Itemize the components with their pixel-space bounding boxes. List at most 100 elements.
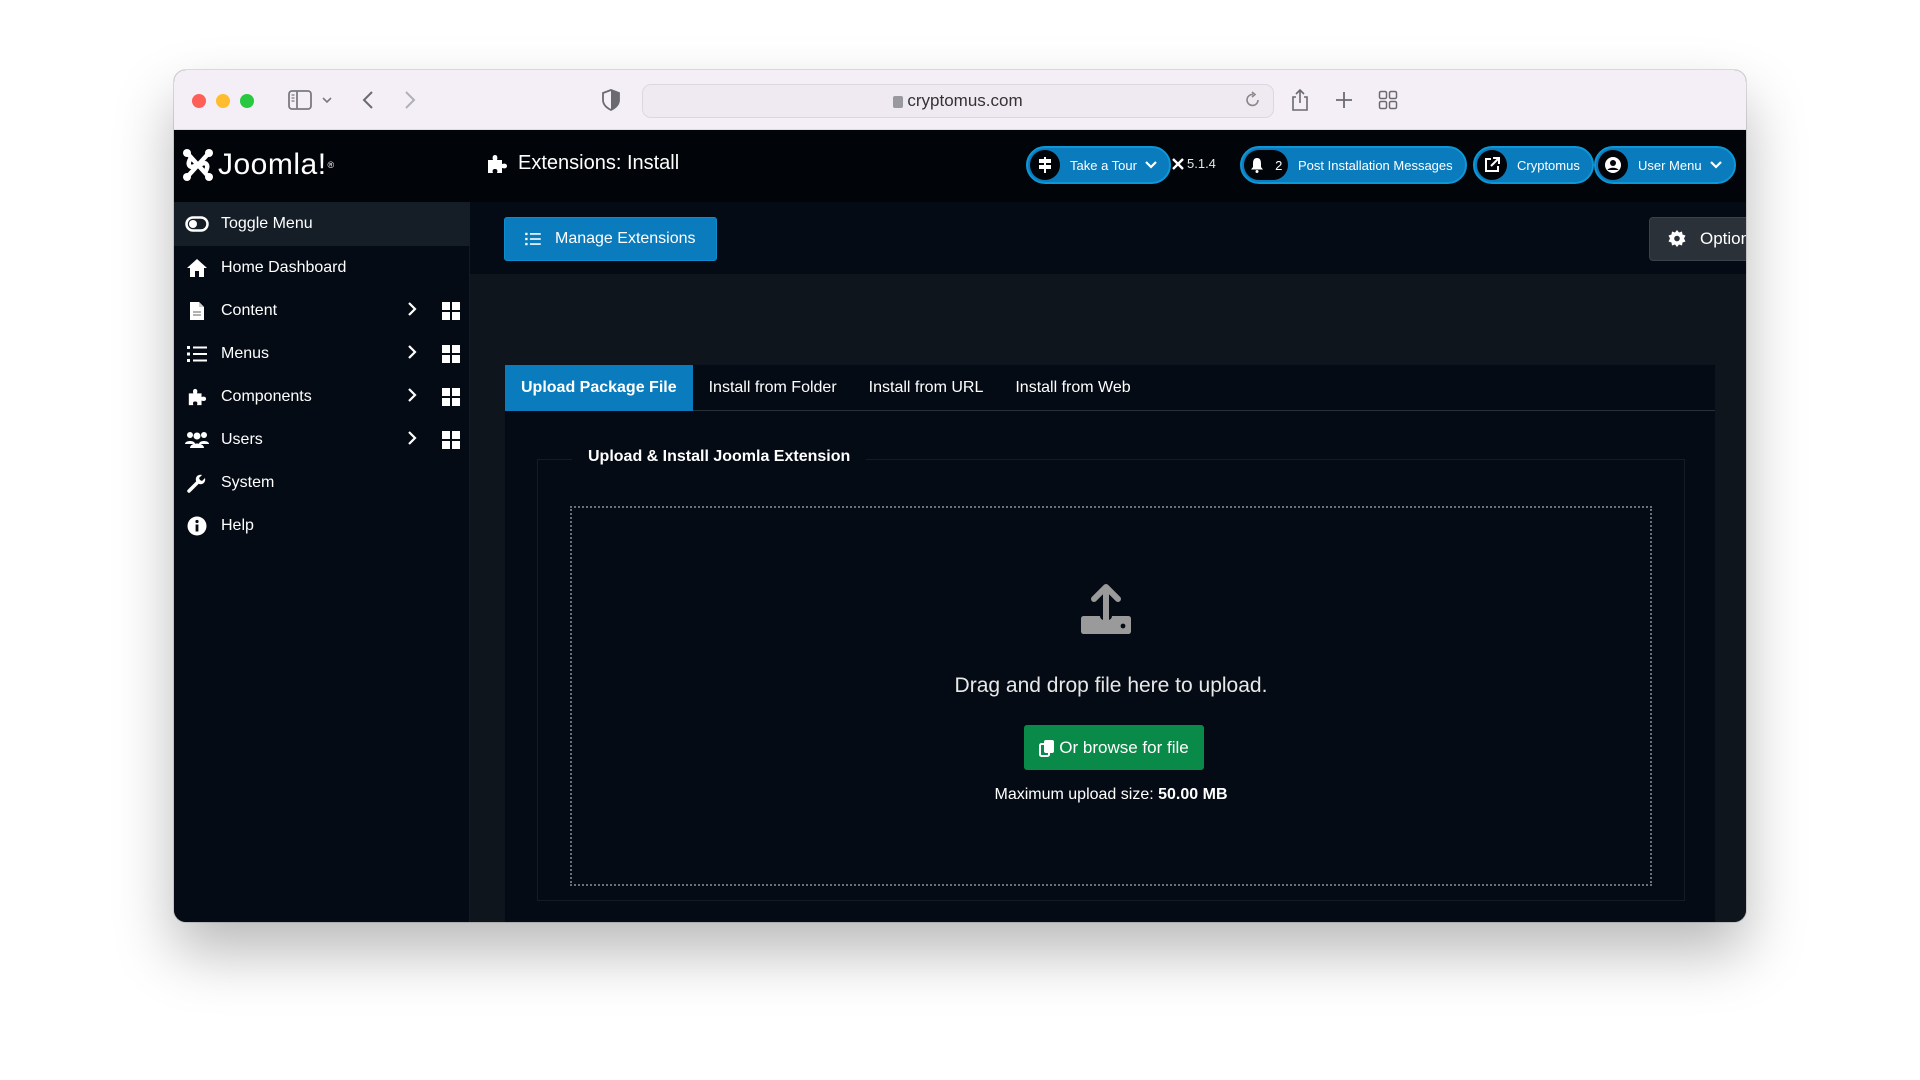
forward-icon[interactable]	[404, 86, 416, 114]
external-link-icon	[1477, 150, 1507, 180]
sidebar-item-label: Help	[221, 516, 254, 534]
dashboard-grid-icon[interactable]	[442, 345, 460, 368]
url-text: cryptomus.com	[907, 91, 1023, 110]
max-upload-value: 50.00 MB	[1158, 786, 1228, 803]
upload-icon	[1080, 582, 1132, 641]
browse-file-button[interactable]: Or browse for file	[1024, 725, 1204, 770]
notification-badge: 2	[1244, 150, 1288, 180]
dashboard-grid-icon[interactable]	[442, 302, 460, 325]
tab-install-from-folder[interactable]: Install from Folder	[693, 365, 853, 411]
manage-extensions-button[interactable]: Manage Extensions	[504, 217, 717, 261]
sidebar-item-home-dashboard[interactable]: Home Dashboard	[174, 246, 470, 289]
file-icon	[185, 299, 209, 323]
joomla-mini-icon	[1172, 157, 1184, 170]
new-tab-icon[interactable]	[1335, 86, 1353, 114]
sidebar-item-label: Content	[221, 301, 278, 319]
sidebar-item-label: System	[221, 473, 275, 491]
toggle-icon	[185, 212, 209, 236]
main-content: Manage Extensions Options ? Help Upload …	[470, 202, 1746, 922]
post-installation-messages-button[interactable]: 2 Post Installation Messages	[1240, 146, 1467, 184]
take-tour-label: Take a Tour	[1070, 157, 1137, 173]
chevron-down-icon	[1145, 158, 1157, 172]
install-card: Upload Package File Install from Folder …	[504, 364, 1716, 922]
sidebar-dropdown-chevron-icon[interactable]	[322, 86, 332, 114]
logo-text: Joomla!	[218, 148, 327, 181]
tab-install-from-web[interactable]: Install from Web	[999, 365, 1146, 411]
page-title-text: Extensions: Install	[518, 152, 680, 174]
user-avatar-icon	[1598, 150, 1628, 180]
sidebar-item-label: Components	[221, 387, 312, 405]
take-tour-button[interactable]: Take a Tour	[1026, 146, 1171, 184]
browse-file-label: Or browse for file	[1059, 737, 1189, 757]
upload-legend: Upload & Install Joomla Extension	[572, 448, 867, 466]
gear-icon	[1668, 230, 1686, 248]
browser-toolbar: cryptomus.com	[174, 70, 1746, 130]
sidebar-item-content[interactable]: Content	[174, 289, 470, 332]
dropzone-text: Drag and drop file here to upload.	[954, 674, 1268, 697]
user-menu-label: User Menu	[1638, 157, 1702, 173]
address-bar[interactable]: cryptomus.com	[642, 84, 1274, 118]
chevron-right-icon[interactable]	[407, 387, 417, 408]
version-text: 5.1.4	[1187, 156, 1216, 171]
puzzle-icon	[185, 385, 209, 409]
user-menu-button[interactable]: User Menu	[1594, 146, 1736, 184]
file-dropzone[interactable]: Drag and drop file here to upload. Or br…	[570, 506, 1652, 886]
privacy-shield-icon[interactable]	[602, 86, 620, 114]
share-icon[interactable]	[1290, 86, 1310, 114]
sidebar-item-label: Users	[221, 430, 263, 448]
list-icon	[185, 342, 209, 366]
action-toolbar: Manage Extensions Options ? Help	[470, 202, 1746, 274]
chevron-right-icon[interactable]	[407, 430, 417, 451]
chevron-down-icon	[1709, 158, 1722, 172]
sidebar: Toggle Menu Home Dashboard Content Menus	[174, 202, 470, 922]
sidebar-item-help[interactable]: Help	[174, 504, 470, 547]
list-icon	[525, 232, 541, 246]
sidebar-item-components[interactable]: Components	[174, 375, 470, 418]
admin-header: Joomla! ® Extensions: Install Take a Tour…	[174, 130, 1746, 202]
post-install-label: Post Installation Messages	[1298, 157, 1453, 173]
install-tabs: Upload Package File Install from Folder …	[505, 365, 1715, 411]
max-upload-label: Maximum upload size:	[994, 786, 1154, 803]
tab-overview-icon[interactable]	[1378, 86, 1398, 114]
manage-extensions-label: Manage Extensions	[555, 230, 696, 247]
dashboard-grid-icon[interactable]	[442, 431, 460, 454]
minimize-window-button[interactable]	[216, 94, 230, 108]
notification-count: 2	[1275, 157, 1283, 173]
copy-icon	[1039, 739, 1055, 757]
maximize-window-button[interactable]	[240, 94, 254, 108]
tab-upload-package-file[interactable]: Upload Package File	[505, 365, 693, 411]
site-link-button[interactable]: Cryptomus	[1473, 146, 1594, 184]
chevron-right-icon[interactable]	[407, 301, 417, 322]
tab-install-from-url[interactable]: Install from URL	[853, 365, 1000, 411]
users-icon	[185, 428, 209, 452]
back-icon[interactable]	[362, 86, 374, 114]
dashboard-grid-icon[interactable]	[442, 388, 460, 411]
joomla-logo-icon	[183, 149, 213, 181]
sidebar-item-users[interactable]: Users	[174, 418, 470, 461]
options-button[interactable]: Options	[1649, 217, 1746, 261]
version-badge: 5.1.4	[1172, 156, 1216, 171]
bell-icon	[1250, 158, 1263, 173]
options-label: Options	[1700, 229, 1746, 248]
home-icon	[185, 256, 209, 280]
reload-icon[interactable]	[1245, 91, 1261, 114]
chevron-right-icon[interactable]	[407, 344, 417, 365]
joomla-logo[interactable]: Joomla! ®	[182, 148, 335, 182]
lock-icon	[893, 96, 904, 108]
page-title: Extensions: Install	[486, 152, 679, 175]
sidebar-item-label: Home Dashboard	[221, 258, 347, 276]
registered-mark: ®	[327, 160, 335, 170]
sidebar-item-label: Toggle Menu	[221, 215, 313, 232]
browser-window: cryptomus.com Joomla! ® Extensions: Inst…	[174, 70, 1746, 922]
sidebar-item-label: Menus	[221, 344, 270, 362]
close-window-button[interactable]	[192, 94, 206, 108]
wrench-icon	[185, 471, 209, 495]
sidebar-item-system[interactable]: System	[174, 461, 470, 504]
site-label: Cryptomus	[1517, 157, 1580, 173]
max-upload-size: Maximum upload size: 50.00 MB	[572, 786, 1650, 804]
info-icon	[185, 514, 209, 538]
sidebar-item-menus[interactable]: Menus	[174, 332, 470, 375]
sidebar-toggle-icon[interactable]	[288, 86, 312, 114]
upload-fieldset: Upload & Install Joomla Extension Drag a…	[537, 448, 1685, 901]
sidebar-item-toggle-menu[interactable]: Toggle Menu	[174, 202, 470, 246]
